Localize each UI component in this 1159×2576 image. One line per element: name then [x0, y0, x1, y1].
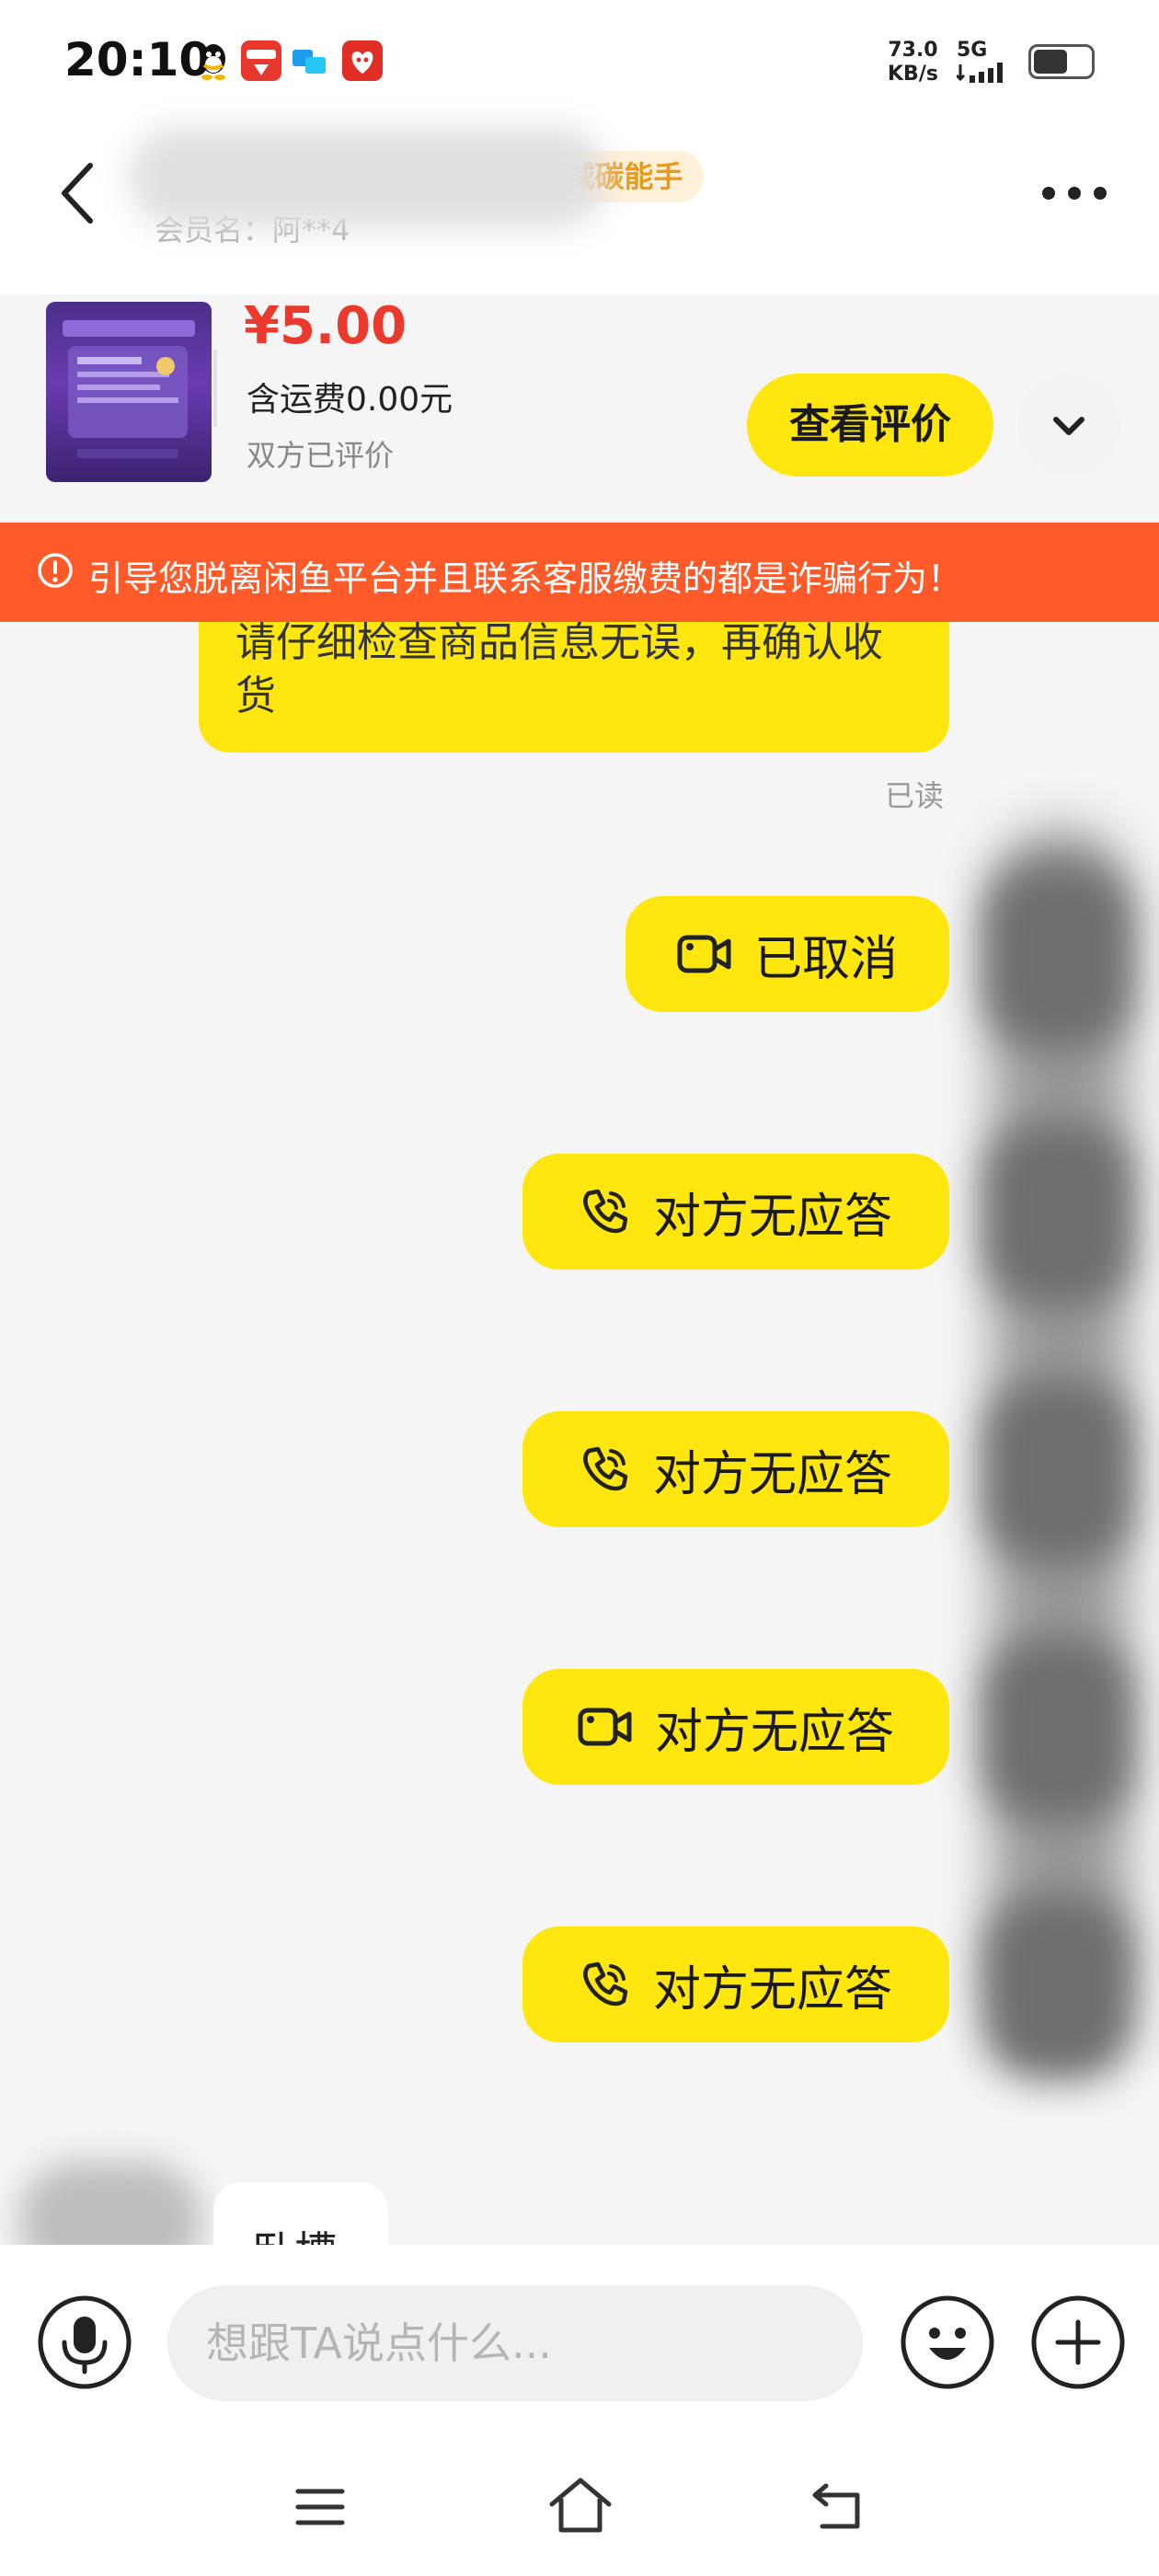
add-attachment-button[interactable] [1030, 2294, 1126, 2390]
net-speed-unit: KB/s [888, 63, 938, 86]
message-bubble-text[interactable]: 请仔细检查商品信息无误，再确认收货 [199, 607, 949, 753]
avatar[interactable] [984, 1638, 1131, 1822]
avatar[interactable] [984, 1380, 1131, 1564]
product-thumbnail[interactable] [46, 302, 212, 482]
video-call-icon [677, 935, 731, 973]
warning-icon [37, 552, 74, 589]
avatar[interactable] [984, 865, 1131, 1049]
chevron-down-icon [1053, 417, 1084, 435]
voice-call-icon [583, 1189, 628, 1234]
call-record-bubble[interactable]: 对方无应答 [522, 1411, 949, 1527]
emoji-icon [901, 2295, 994, 2389]
video-call-icon [578, 1708, 632, 1746]
back-button[interactable] [55, 156, 101, 230]
signal-bars-icon [955, 63, 1003, 83]
emoji-button[interactable] [900, 2294, 995, 2390]
fraud-warning-banner: 引导您脱离闲鱼平台并且联系客服缴费的都是诈骗行为！ [0, 523, 1159, 622]
network-type: 5G [957, 39, 988, 62]
nav-back-button[interactable] [809, 2480, 865, 2534]
call-record-bubble[interactable]: 对方无应答 [522, 1154, 949, 1270]
call-status-label: 对方无应答 [652, 1961, 892, 2018]
avatar[interactable] [984, 1895, 1131, 2079]
call-status-label: 对方无应答 [654, 1704, 894, 1760]
expand-button[interactable] [1017, 374, 1120, 477]
signal-indicator: 5G [955, 39, 1021, 85]
alipay-icon [241, 40, 281, 81]
net-speed-value: 73.0 [888, 39, 938, 62]
voice-input-button[interactable] [37, 2294, 132, 2390]
call-record-bubble[interactable]: 对方无应答 [522, 1669, 949, 1785]
status-time: 20:10 [64, 33, 212, 86]
pinduoduo-icon [342, 40, 383, 81]
read-receipt: 已读 [885, 778, 945, 813]
call-status-label: 对方无应答 [652, 1189, 892, 1245]
menu-icon [295, 2489, 345, 2525]
product-image-icon [63, 320, 195, 458]
view-reviews-button[interactable]: 查看评价 [747, 374, 993, 477]
qq-icon [193, 40, 234, 81]
home-icon [549, 2478, 612, 2533]
shipping-info: 含运费0.00元 [247, 381, 453, 419]
voice-call-icon [583, 1961, 628, 2007]
net-speed: 73.0 KB/s [888, 39, 938, 86]
nav-menu-button[interactable] [293, 2484, 348, 2530]
divider [213, 350, 217, 427]
product-price: ¥5.00 [244, 296, 407, 356]
call-status-label: 已取消 [753, 931, 898, 987]
microphone-icon [38, 2295, 132, 2389]
nav-home-button[interactable] [546, 2475, 614, 2536]
review-status: 双方已评价 [247, 438, 395, 473]
call-record-bubble[interactable]: 已取消 [625, 896, 949, 1012]
message-input[interactable] [167, 2285, 863, 2401]
voice-call-icon [583, 1446, 628, 1491]
battery-icon [1028, 44, 1095, 79]
back-arrow-icon [812, 2483, 860, 2529]
plus-icon [1031, 2295, 1125, 2389]
warning-text: 引导您脱离闲鱼平台并且联系客服缴费的都是诈骗行为！ [88, 558, 963, 599]
more-options-button[interactable] [1038, 175, 1111, 212]
message-icon [289, 40, 329, 81]
avatar[interactable] [984, 1122, 1131, 1306]
call-status-label: 对方无应答 [652, 1446, 892, 1502]
call-record-bubble[interactable]: 对方无应答 [522, 1926, 949, 2042]
blurred-username [129, 127, 607, 228]
battery-fill [1034, 50, 1067, 74]
